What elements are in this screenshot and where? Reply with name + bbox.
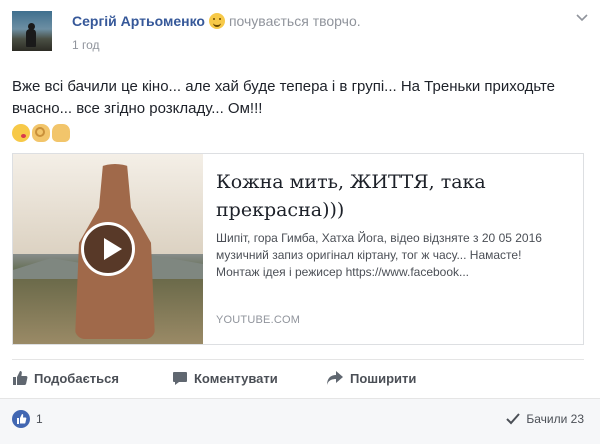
reactions-footer: 1 Бачили 23 (0, 399, 600, 444)
kissing-face-icon (12, 124, 30, 142)
author-name[interactable]: Сергій Артьоменко (72, 13, 205, 29)
post-actions: Подобається Коментувати Поширити (12, 362, 584, 394)
feeling-smile-icon (208, 13, 225, 29)
play-button-icon[interactable] (81, 222, 135, 276)
comment-icon (173, 372, 187, 385)
avatar[interactable] (12, 11, 52, 51)
avatar-figure-body (26, 29, 36, 47)
post-options-chevron-icon[interactable] (576, 14, 588, 24)
checkmark-icon (506, 413, 521, 425)
post-header: Сергій Артьоменко почувається творчо. (72, 13, 361, 29)
share-label: Поширити (350, 370, 417, 386)
like-button[interactable]: Подобається (12, 362, 119, 394)
feeling-text: почувається творчо. (228, 13, 361, 29)
actions-divider (12, 359, 584, 360)
comment-label: Коментувати (194, 370, 278, 386)
preview-domain: YOUTUBE.COM (216, 314, 301, 326)
seen-count: Бачили 23 (526, 412, 584, 426)
post-text: Вже всі бачили це кіно... але хай буде т… (12, 78, 556, 117)
comment-button[interactable]: Коментувати (172, 362, 278, 394)
share-arrow-icon (327, 371, 343, 385)
preview-description: Шипіт, гора Гимба, Хатха Йога, відео від… (216, 231, 542, 279)
share-button[interactable]: Поширити (326, 362, 416, 394)
post-emojis (12, 124, 72, 142)
thumbs-up-icon (13, 371, 28, 385)
post-timestamp[interactable]: 1 год (72, 38, 100, 52)
seen-by[interactable]: Бачили 23 (506, 412, 584, 426)
post-card: Сергій Артьоменко почувається творчо. 1 г… (0, 0, 600, 444)
video-thumbnail[interactable] (13, 154, 203, 344)
ok-hand-icon (32, 124, 50, 142)
like-label: Подобається (34, 370, 119, 386)
raised-hand-icon (52, 124, 70, 142)
link-preview[interactable]: Кожна мить, ЖИТТЯ, така прекрасна))) Шип… (12, 153, 584, 345)
like-reaction-icon[interactable] (12, 410, 30, 428)
preview-title[interactable]: Кожна мить, ЖИТТЯ, така прекрасна))) (216, 168, 566, 224)
like-count[interactable]: 1 (36, 412, 43, 426)
